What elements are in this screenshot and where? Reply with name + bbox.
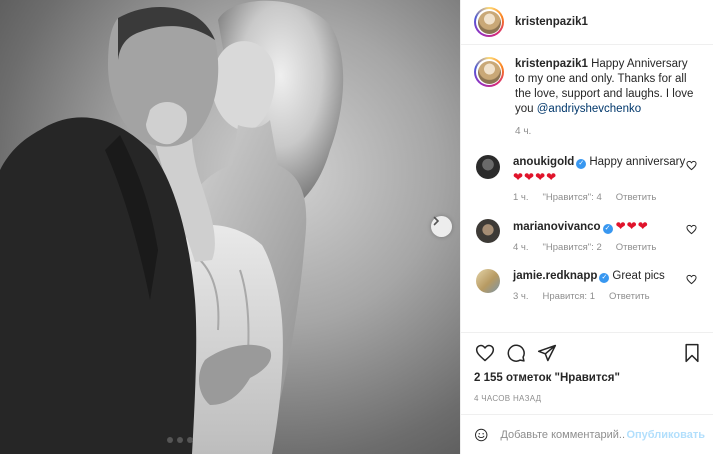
comment-likes[interactable]: Нравится: 1: [543, 291, 595, 302]
comment-item: anoukigold ✓ Happy anniversary ❤❤❤❤ 1 ч. "…: [474, 155, 701, 203]
verified-badge-icon: ✓: [599, 273, 610, 283]
comment-avatar[interactable]: [476, 269, 500, 293]
save-button[interactable]: [681, 342, 703, 364]
author-username[interactable]: kristenpazik1: [515, 16, 588, 28]
caption-mention-link[interactable]: @andriyshevchenko: [537, 103, 641, 115]
comments-list[interactable]: kristenpazik1 Happy Anniversary to my on…: [461, 45, 713, 332]
comment-time: 3 ч.: [513, 291, 529, 302]
likes-count[interactable]: 2 155 отметок "Нравится": [461, 372, 713, 388]
comment-button[interactable]: [505, 342, 527, 364]
caption-text-block: kristenpazik1 Happy Anniversary to my on…: [515, 57, 695, 139]
share-icon: [537, 344, 557, 361]
post-header: kristenpazik1: [461, 0, 713, 45]
comment-icon: [507, 344, 525, 362]
chevron-right-icon: [433, 216, 440, 226]
next-photo-button[interactable]: [431, 216, 452, 237]
post-side-panel: kristenpazik1 kristenpazik1 Happy Annive…: [460, 0, 713, 454]
comment-likes[interactable]: "Нравится": 4: [543, 192, 602, 203]
comment-avatar[interactable]: [476, 219, 500, 243]
comment-meta: 1 ч. "Нравится": 4 Ответить: [513, 192, 693, 203]
comment-time: 4 ч.: [513, 242, 529, 253]
comment-input[interactable]: [500, 428, 627, 441]
comment-heart-icon[interactable]: [686, 160, 697, 171]
comment-item: marianovivanco ✓ ❤❤❤ 4 ч. "Нравится": 2 От…: [474, 219, 701, 253]
author-avatar[interactable]: [474, 7, 504, 37]
caption-username[interactable]: kristenpazik1: [515, 58, 588, 70]
comment-username[interactable]: jamie.redknapp: [513, 270, 597, 282]
comment-heart-icon[interactable]: [686, 224, 697, 235]
comment-username[interactable]: marianovivanco: [513, 221, 601, 233]
comment-reply-button[interactable]: Ответить: [609, 291, 650, 302]
comment-avatar[interactable]: [476, 155, 500, 179]
instagram-post: kristenpazik1 kristenpazik1 Happy Annive…: [0, 0, 713, 454]
posted-time: 4 ЧАСОВ НАЗАД: [474, 394, 542, 403]
heart-icon: [475, 344, 495, 361]
verified-badge-icon: ✓: [576, 159, 587, 169]
author-avatar-image: [477, 10, 501, 34]
comment-hearts: ❤❤❤: [615, 219, 649, 233]
caption-avatar-image: [477, 60, 501, 84]
comment-meta: 4 ч. "Нравится": 2 Ответить: [513, 242, 693, 253]
post-actions-bar: [461, 332, 713, 372]
comment-text: Great pics: [612, 270, 665, 282]
comment-username[interactable]: anoukigold: [513, 156, 574, 168]
black-and-white-couple-photo: [0, 0, 344, 454]
like-button[interactable]: [474, 342, 496, 364]
publish-button[interactable]: Опубликовать: [626, 429, 705, 441]
comment-hearts: ❤❤❤❤: [513, 170, 558, 184]
bookmark-icon: [685, 343, 699, 362]
comment-text: Happy anniversary: [589, 156, 686, 168]
comment-likes[interactable]: "Нравится": 2: [543, 242, 602, 253]
comment-reply-button[interactable]: Ответить: [616, 192, 657, 203]
add-comment-bar: Опубликовать: [461, 414, 713, 454]
comment-reply-button[interactable]: Ответить: [616, 242, 657, 253]
comment-meta: 3 ч. Нравится: 1 Ответить: [513, 291, 693, 302]
emoji-icon[interactable]: [474, 425, 488, 445]
verified-badge-icon: ✓: [602, 224, 613, 234]
caption-time: 4 ч.: [515, 126, 532, 137]
comment-heart-icon[interactable]: [686, 274, 697, 285]
share-button[interactable]: [536, 342, 558, 364]
caption-avatar[interactable]: [474, 57, 504, 87]
post-caption: kristenpazik1 Happy Anniversary to my on…: [474, 57, 701, 139]
comment-time: 1 ч.: [513, 192, 529, 203]
post-photo[interactable]: [0, 0, 460, 454]
comment-item: jamie.redknapp ✓ Great pics 3 ч. Нравится:…: [474, 269, 701, 302]
